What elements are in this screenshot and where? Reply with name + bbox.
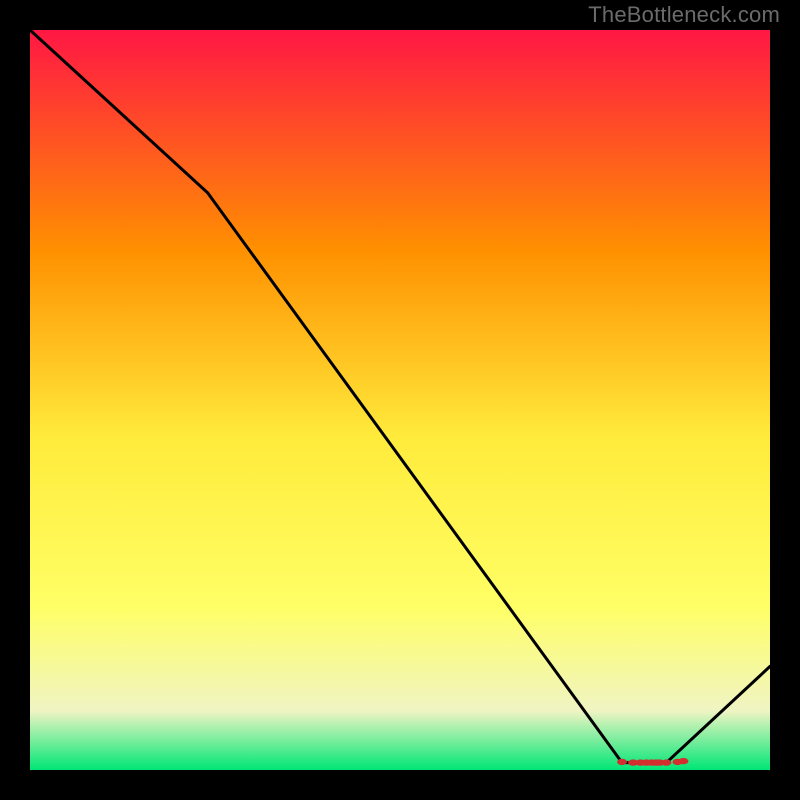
chart-svg	[0, 0, 800, 800]
chart-container: TheBottleneck.com	[0, 0, 800, 800]
watermark-text: TheBottleneck.com	[588, 2, 780, 28]
plot-background	[30, 30, 770, 770]
marker-dot	[617, 759, 627, 765]
marker-dot	[678, 758, 688, 764]
marker-dot	[661, 759, 671, 765]
